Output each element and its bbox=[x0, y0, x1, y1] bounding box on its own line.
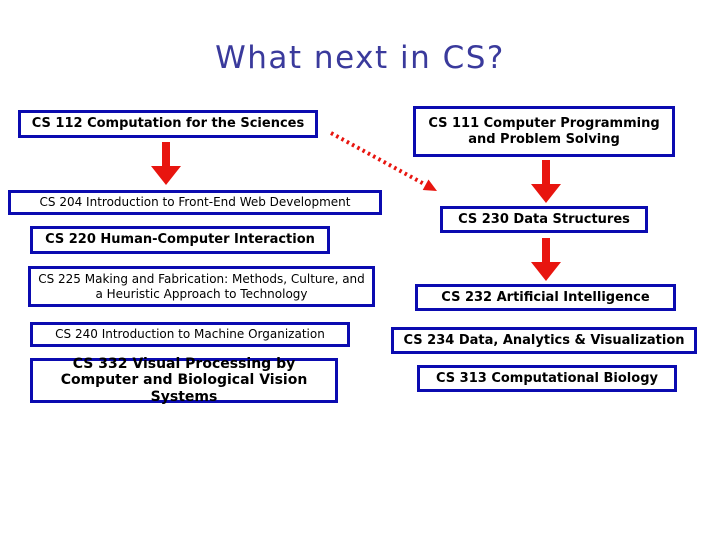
course-box-label: CS 234 Data, Analytics & Visualization bbox=[403, 332, 685, 348]
course-box-label: CS 112 Computation for the Sciences bbox=[31, 116, 305, 132]
arrow-cs230-to-cs232 bbox=[531, 238, 561, 281]
course-box-label: CS 313 Computational Biology bbox=[436, 370, 658, 386]
course-box-label: CS 204 Introduction to Front-End Web Dev… bbox=[39, 195, 351, 210]
arrow-cs112-to-cs204 bbox=[151, 142, 181, 185]
course-box-cs234[interactable]: CS 234 Data, Analytics & Visualization bbox=[391, 327, 697, 354]
course-box-cs230[interactable]: CS 230 Data Structures bbox=[440, 206, 648, 233]
course-box-cs112[interactable]: CS 112 Computation for the Sciences bbox=[18, 110, 318, 138]
course-box-cs204[interactable]: CS 204 Introduction to Front-End Web Dev… bbox=[8, 190, 382, 215]
course-box-cs240[interactable]: CS 240 Introduction to Machine Organizat… bbox=[30, 322, 350, 347]
course-box-cs232[interactable]: CS 232 Artificial Intelligence bbox=[415, 284, 676, 311]
course-box-cs220[interactable]: CS 220 Human-Computer Interaction bbox=[30, 226, 330, 254]
course-box-label: CS 220 Human-Computer Interaction bbox=[45, 232, 315, 248]
course-box-label: CS 225 Making and Fabrication: Methods, … bbox=[38, 272, 365, 301]
course-box-cs332[interactable]: CS 332 Visual Processing by Computer and… bbox=[30, 355, 338, 405]
course-box-cs111[interactable]: CS 111 Computer Programming and Problem … bbox=[413, 106, 675, 157]
course-box-label: CS 240 Introduction to Machine Organizat… bbox=[55, 327, 325, 342]
course-box-label: CS 230 Data Structures bbox=[458, 211, 630, 227]
course-box-label: CS 111 Computer Programming and Problem … bbox=[428, 116, 660, 147]
course-box-label: CS 332 Visual Processing by Computer and… bbox=[60, 355, 308, 405]
slide-canvas: What next in CS? CS 112 Computation for … bbox=[0, 0, 720, 540]
arrow-cs111-to-cs230 bbox=[531, 160, 561, 203]
course-box-cs313[interactable]: CS 313 Computational Biology bbox=[417, 365, 677, 392]
course-box-cs225[interactable]: CS 225 Making and Fabrication: Methods, … bbox=[28, 266, 375, 307]
page-title: What next in CS? bbox=[215, 40, 505, 76]
course-box-label: CS 232 Artificial Intelligence bbox=[441, 289, 650, 305]
